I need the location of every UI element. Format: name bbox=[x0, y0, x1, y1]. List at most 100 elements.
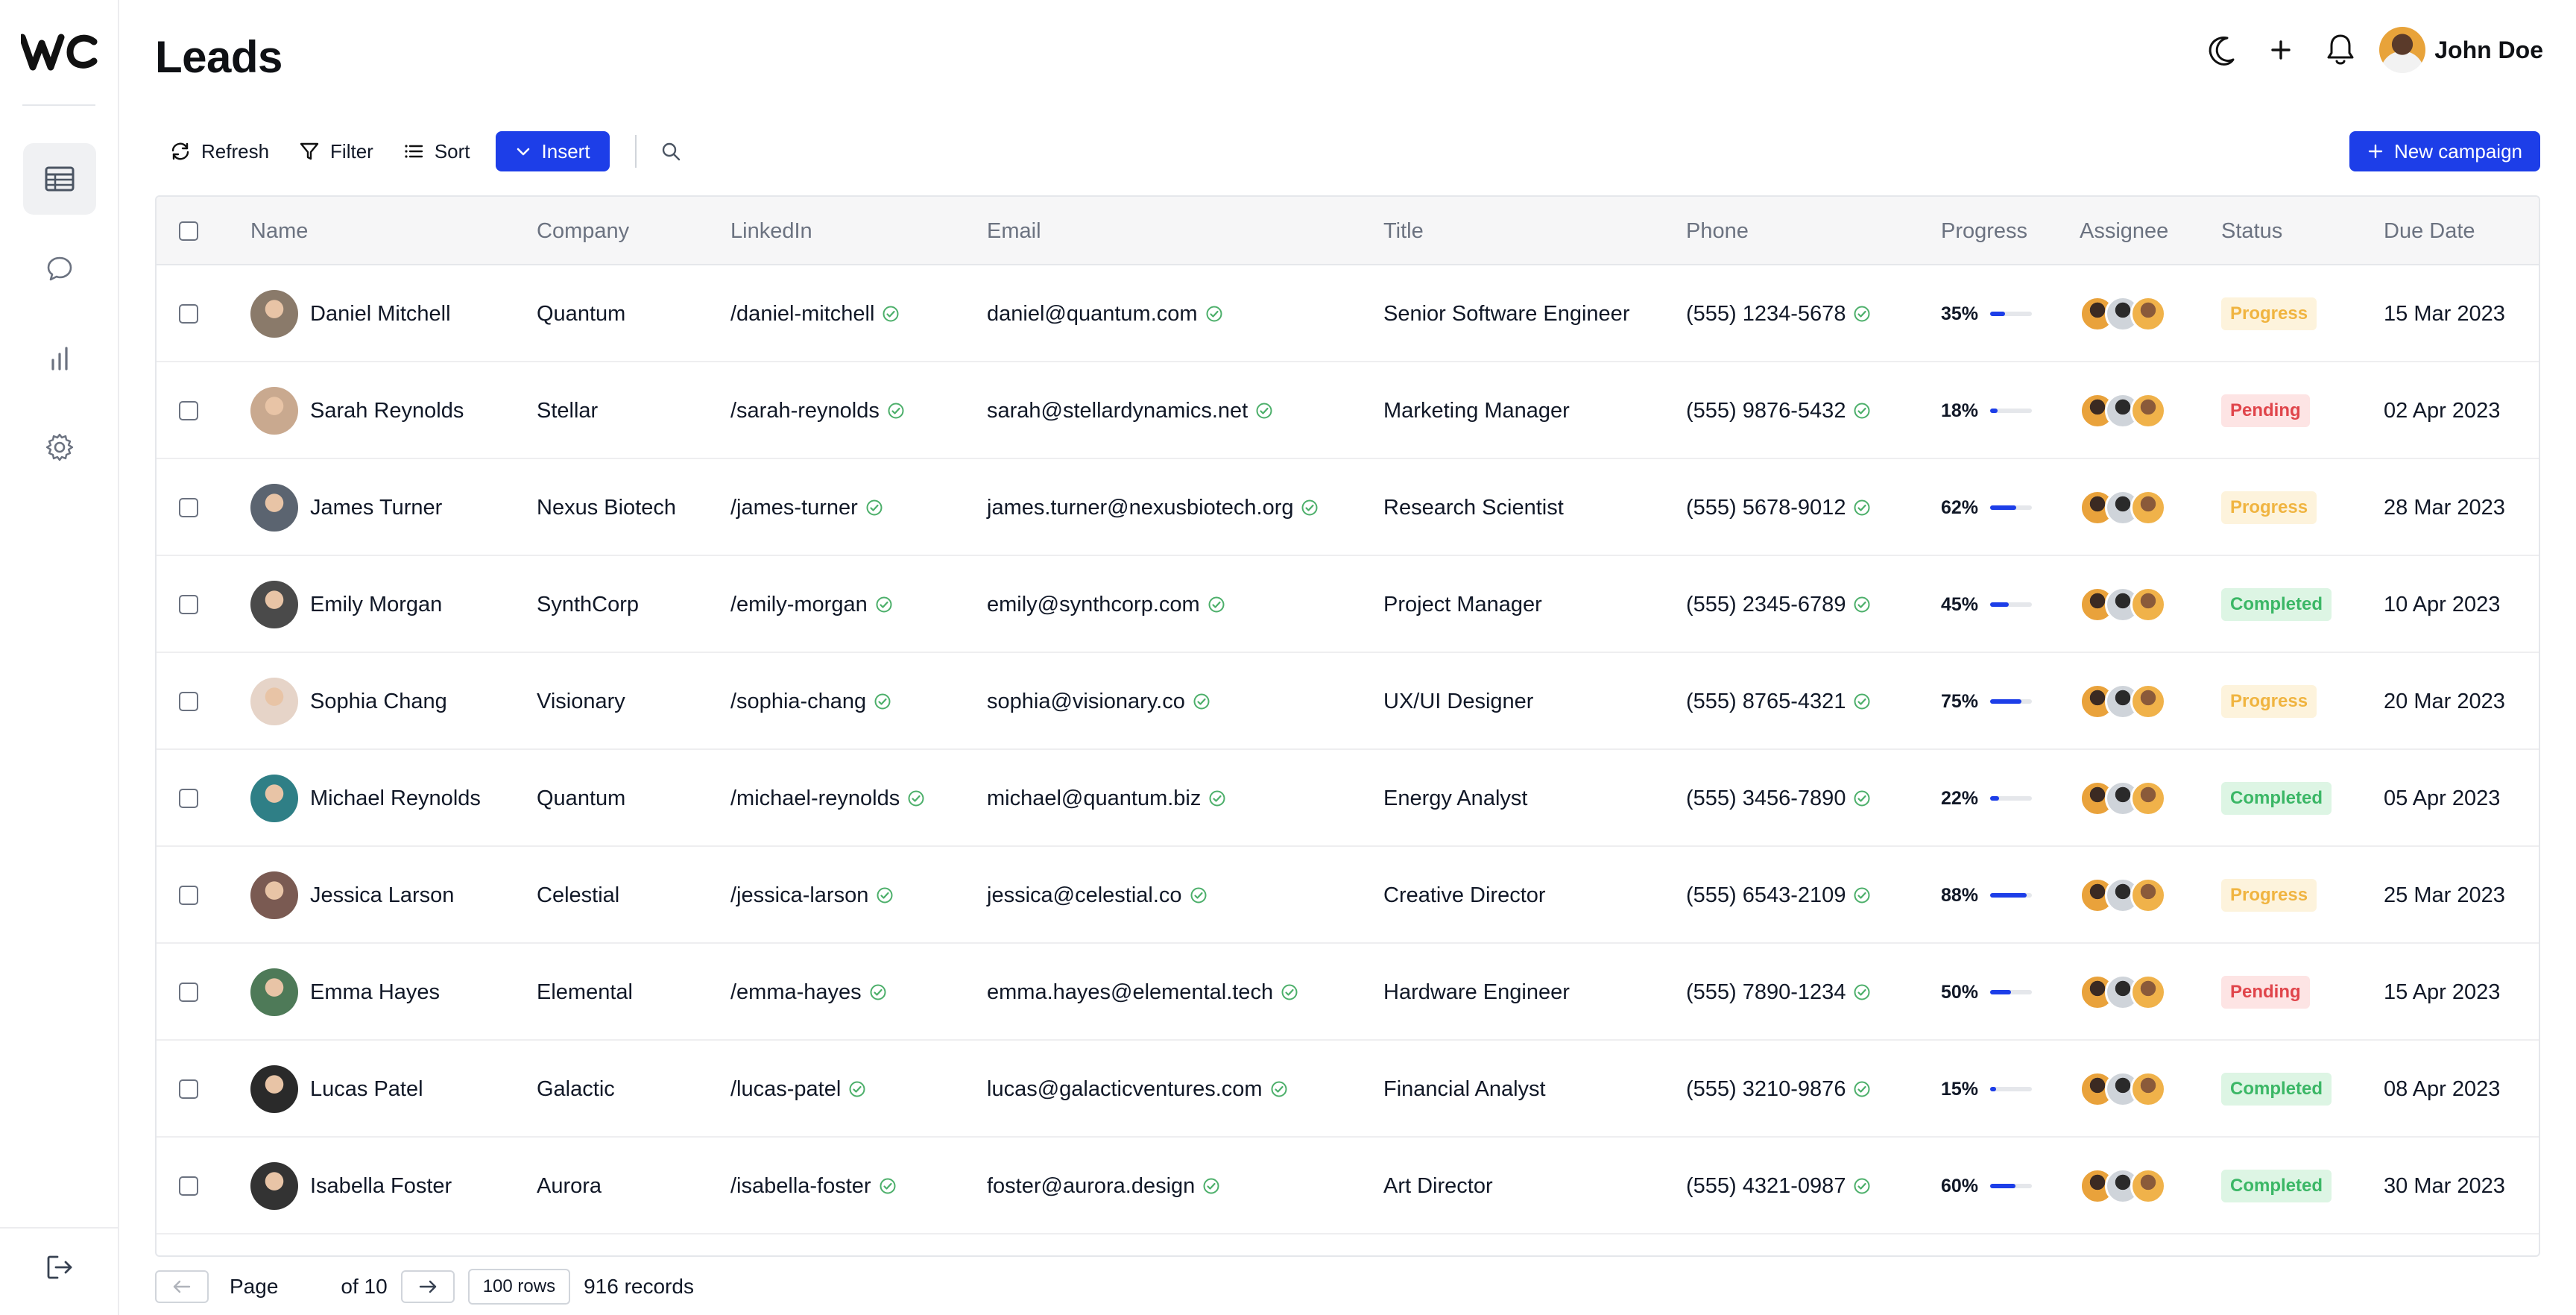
email-link[interactable]: sophia@visionary.co bbox=[987, 690, 1185, 714]
lead-name[interactable]: Sophia Chang bbox=[310, 690, 447, 714]
assignee-avatars[interactable] bbox=[2080, 1168, 2166, 1204]
linkedin-link[interactable]: /emily-morgan bbox=[730, 593, 868, 617]
row-checkbox[interactable] bbox=[179, 983, 198, 1002]
phone-number[interactable]: (555) 5678-9012 bbox=[1686, 496, 1846, 520]
email-link[interactable]: james.turner@nexusbiotech.org bbox=[987, 496, 1293, 520]
lead-name[interactable]: Jessica Larson bbox=[310, 883, 454, 908]
logout-button[interactable] bbox=[23, 1232, 96, 1303]
phone-number[interactable]: (555) 7890-1234 bbox=[1686, 980, 1846, 1005]
assignee-avatars[interactable] bbox=[2080, 781, 2166, 816]
lead-name[interactable]: Isabella Foster bbox=[310, 1174, 452, 1199]
email-link[interactable]: sarah@stellardynamics.net bbox=[987, 399, 1248, 423]
lead-name[interactable]: Daniel Mitchell bbox=[310, 302, 451, 327]
assignee-avatars[interactable] bbox=[2080, 684, 2166, 719]
assignee-avatars[interactable] bbox=[2080, 490, 2166, 526]
phone-number[interactable]: (555) 1234-5678 bbox=[1686, 302, 1846, 327]
sidebar-item-analytics[interactable] bbox=[23, 322, 96, 394]
sidebar-item-settings[interactable] bbox=[23, 411, 96, 483]
col-header-company[interactable]: Company bbox=[537, 219, 629, 244]
col-header-email[interactable]: Email bbox=[987, 219, 1041, 244]
theme-toggle-button[interactable] bbox=[2191, 24, 2251, 76]
table-row[interactable]: Daniel Mitchell Quantum/daniel-mitchell da… bbox=[157, 265, 2539, 362]
row-checkbox[interactable] bbox=[179, 692, 198, 711]
row-checkbox[interactable] bbox=[179, 595, 198, 614]
filter-button[interactable]: Filter bbox=[284, 131, 388, 171]
row-checkbox[interactable] bbox=[179, 886, 198, 905]
table-row[interactable]: James Turner Nexus Biotech/james-turner ja… bbox=[157, 459, 2539, 556]
email-link[interactable]: daniel@quantum.com bbox=[987, 302, 1198, 327]
assignee-avatars[interactable] bbox=[2080, 974, 2166, 1010]
assignee-avatars[interactable] bbox=[2080, 1071, 2166, 1107]
add-button[interactable] bbox=[2251, 24, 2311, 76]
assignee-avatars[interactable] bbox=[2080, 296, 2166, 332]
email-link[interactable]: emily@synthcorp.com bbox=[987, 593, 1200, 617]
table-row[interactable]: Michael Reynolds Quantum/michael-reynolds… bbox=[157, 750, 2539, 847]
email-link[interactable]: jessica@celestial.co bbox=[987, 883, 1182, 908]
phone-number[interactable]: (555) 3456-7890 bbox=[1686, 786, 1846, 811]
lead-name[interactable]: Emily Morgan bbox=[310, 593, 442, 617]
row-checkbox[interactable] bbox=[179, 1079, 198, 1099]
rows-per-page-select[interactable]: 100 rows bbox=[467, 1269, 571, 1305]
next-page-button[interactable] bbox=[400, 1270, 455, 1303]
search-button[interactable] bbox=[656, 136, 686, 166]
row-checkbox[interactable] bbox=[179, 498, 198, 517]
email-link[interactable]: lucas@galacticventures.com bbox=[987, 1077, 1263, 1102]
linkedin-link[interactable]: /emma-hayes bbox=[730, 980, 862, 1005]
notifications-button[interactable] bbox=[2311, 24, 2370, 76]
linkedin-link[interactable]: /sophia-chang bbox=[730, 690, 866, 714]
lead-name[interactable]: Sarah Reynolds bbox=[310, 399, 464, 423]
table-row[interactable]: Sophia Chang Visionary/sophia-chang sophia… bbox=[157, 653, 2539, 750]
lead-name[interactable]: Lucas Patel bbox=[310, 1077, 423, 1102]
col-header-name[interactable]: Name bbox=[250, 219, 308, 244]
phone-number[interactable]: (555) 4321-0987 bbox=[1686, 1174, 1846, 1199]
prev-page-button[interactable] bbox=[155, 1270, 209, 1303]
sort-button[interactable]: Sort bbox=[388, 131, 485, 171]
col-header-assignee[interactable]: Assignee bbox=[2080, 219, 2168, 244]
lead-name[interactable]: James Turner bbox=[310, 496, 442, 520]
linkedin-link[interactable]: /james-turner bbox=[730, 496, 858, 520]
linkedin-link[interactable]: /sarah-reynolds bbox=[730, 399, 880, 423]
phone-number[interactable]: (555) 9876-5432 bbox=[1686, 399, 1846, 423]
table-row[interactable]: Lucas Patel Galactic/lucas-patel lucas@gal… bbox=[157, 1041, 2539, 1138]
assignee-avatars[interactable] bbox=[2080, 877, 2166, 913]
row-checkbox[interactable] bbox=[179, 401, 198, 420]
insert-button[interactable]: Insert bbox=[495, 131, 610, 171]
table-row[interactable]: Emma Hayes Elemental/emma-hayes emma.hayes… bbox=[157, 944, 2539, 1041]
phone-number[interactable]: (555) 3210-9876 bbox=[1686, 1077, 1846, 1102]
app-logo[interactable] bbox=[19, 31, 98, 73]
linkedin-link[interactable]: /isabella-foster bbox=[730, 1174, 871, 1199]
select-all-checkbox[interactable] bbox=[179, 221, 198, 241]
sidebar-item-table[interactable] bbox=[23, 143, 96, 215]
col-header-due-date[interactable]: Due Date bbox=[2384, 219, 2475, 244]
email-link[interactable]: emma.hayes@elemental.tech bbox=[987, 980, 1273, 1005]
sidebar-item-messages[interactable] bbox=[23, 233, 96, 304]
linkedin-link[interactable]: /daniel-mitchell bbox=[730, 302, 874, 327]
assignee-avatars[interactable] bbox=[2080, 587, 2166, 622]
row-checkbox[interactable] bbox=[179, 1176, 198, 1196]
col-header-phone[interactable]: Phone bbox=[1686, 219, 1749, 244]
table-row[interactable]: Sarah Reynolds Stellar/sarah-reynolds sara… bbox=[157, 362, 2539, 459]
user-menu[interactable]: John Doe bbox=[2379, 27, 2543, 73]
col-header-title[interactable]: Title bbox=[1383, 219, 1424, 244]
col-header-progress[interactable]: Progress bbox=[1941, 219, 2027, 244]
new-campaign-button[interactable]: New campaign bbox=[2349, 131, 2540, 171]
table-row[interactable]: Emily Morgan SynthCorp/emily-morgan emily@… bbox=[157, 556, 2539, 653]
linkedin-link[interactable]: /lucas-patel bbox=[730, 1077, 841, 1102]
email-link[interactable]: michael@quantum.biz bbox=[987, 786, 1201, 811]
phone-number[interactable]: (555) 2345-6789 bbox=[1686, 593, 1846, 617]
phone-number[interactable]: (555) 8765-4321 bbox=[1686, 690, 1846, 714]
lead-name[interactable]: Michael Reynolds bbox=[310, 786, 481, 811]
linkedin-link[interactable]: /jessica-larson bbox=[730, 883, 868, 908]
linkedin-link[interactable]: /michael-reynolds bbox=[730, 786, 900, 811]
row-checkbox[interactable] bbox=[179, 304, 198, 324]
col-header-status[interactable]: Status bbox=[2221, 219, 2282, 244]
assignee-avatars[interactable] bbox=[2080, 393, 2166, 429]
table-row[interactable]: Jessica Larson Celestial/jessica-larson je… bbox=[157, 847, 2539, 944]
table-row[interactable]: Isabella Foster Aurora/isabella-foster fos… bbox=[157, 1138, 2539, 1234]
email-link[interactable]: foster@aurora.design bbox=[987, 1174, 1195, 1199]
lead-name[interactable]: Emma Hayes bbox=[310, 980, 440, 1005]
phone-number[interactable]: (555) 6543-2109 bbox=[1686, 883, 1846, 908]
refresh-button[interactable]: Refresh bbox=[155, 131, 284, 171]
col-header-linkedin[interactable]: LinkedIn bbox=[730, 219, 812, 244]
row-checkbox[interactable] bbox=[179, 789, 198, 808]
